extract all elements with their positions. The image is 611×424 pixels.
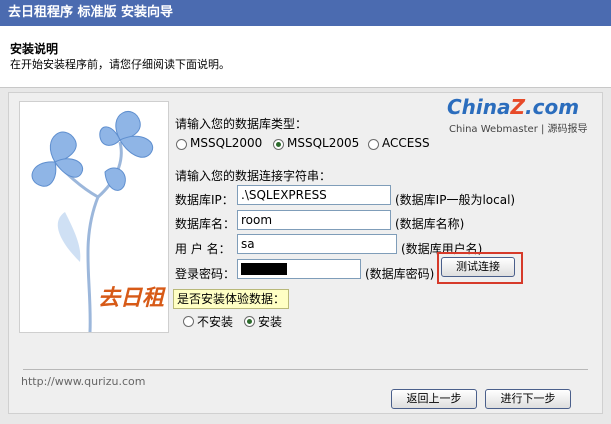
db-type-label: 请输入您的数据库类型： bbox=[175, 117, 308, 131]
logo-z: Z bbox=[510, 95, 526, 119]
installer-window: 去日租程序 标准版 安装向导 安装说明 在开始安装程序前，请您仔细阅读下面说明。 bbox=[0, 0, 611, 424]
logo-subtitle: China Webmaster | 源码报导 bbox=[449, 124, 588, 135]
password-mask bbox=[241, 263, 287, 275]
user-label: 用 户 名： bbox=[175, 242, 231, 256]
test-connection-button[interactable]: 测试连接 bbox=[441, 257, 515, 277]
radio-mssql2000[interactable] bbox=[176, 139, 187, 150]
flower-illustration: 去日租 bbox=[19, 101, 169, 333]
radio-no-install[interactable] bbox=[183, 316, 194, 327]
chinaz-logo: ChinaZ.com China Webmaster | 源码报导 bbox=[447, 93, 597, 135]
password-hint: (数据库密码) bbox=[365, 267, 435, 281]
brand-logo-text: 去日租 bbox=[98, 286, 165, 311]
window-title: 去日租程序 标准版 安装向导 bbox=[0, 0, 611, 26]
radio-mssql2000-label: MSSQL2000 bbox=[190, 136, 263, 150]
logo-wordmark: ChinaZ.com bbox=[447, 95, 579, 119]
header-subtitle: 在开始安装程序前，请您仔细阅读下面说明。 bbox=[10, 58, 230, 71]
next-button[interactable]: 进行下一步 bbox=[485, 389, 571, 409]
dbname-hint: (数据库名称) bbox=[395, 217, 465, 231]
user-input[interactable]: sa bbox=[237, 234, 397, 254]
dbname-label: 数据库名： bbox=[175, 217, 236, 231]
password-input[interactable] bbox=[237, 259, 361, 279]
radio-install-label: 安装 bbox=[258, 315, 283, 329]
server-input[interactable]: .\SQLEXPRESS bbox=[237, 185, 391, 205]
divider bbox=[23, 369, 588, 370]
connection-section-label: 请输入您的数据连接字符串： bbox=[175, 169, 332, 183]
dbname-input[interactable]: room bbox=[237, 210, 391, 230]
radio-install[interactable] bbox=[244, 316, 255, 327]
radio-no-install-label: 不安装 bbox=[197, 315, 234, 329]
radio-mssql2005[interactable] bbox=[273, 139, 284, 150]
trial-question: 是否安装体验数据： bbox=[173, 289, 290, 309]
back-button[interactable]: 返回上一步 bbox=[391, 389, 477, 409]
header-title: 安装说明 bbox=[10, 42, 59, 56]
radio-mssql2005-label: MSSQL2005 bbox=[287, 136, 360, 150]
password-label: 登录密码： bbox=[175, 267, 236, 281]
radio-access-label: ACCESS bbox=[382, 136, 430, 150]
header: 安装说明 在开始安装程序前，请您仔细阅读下面说明。 bbox=[0, 26, 611, 88]
site-url: http://www.qurizu.com bbox=[21, 375, 146, 388]
radio-access[interactable] bbox=[368, 139, 379, 150]
logo-com: .com bbox=[525, 95, 580, 119]
server-label: 数据库IP： bbox=[175, 193, 234, 207]
logo-china: China bbox=[447, 95, 511, 119]
server-hint: (数据库IP一般为local) bbox=[395, 193, 516, 207]
main-panel: 去日租 ChinaZ.com China Webmaster | 源码报导 请输… bbox=[8, 92, 603, 414]
